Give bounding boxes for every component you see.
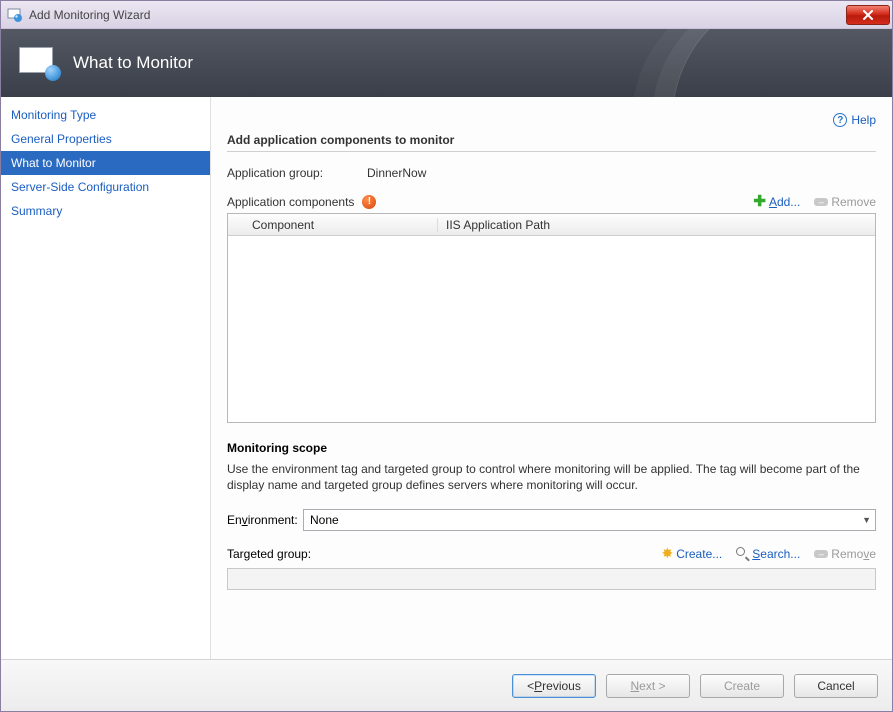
create-group-button[interactable]: ✸ Create... — [661, 545, 722, 562]
create-label: Create... — [676, 547, 722, 561]
grid-col-component[interactable]: Component — [228, 218, 438, 232]
titlebar: Add Monitoring Wizard — [1, 1, 892, 29]
sidebar-item-label: Server-Side Configuration — [11, 180, 149, 194]
close-icon — [862, 10, 874, 20]
remove-label: Remove — [831, 195, 876, 209]
body: Monitoring Type General Properties What … — [1, 97, 892, 659]
minus-icon: – — [814, 550, 828, 558]
help-icon: ? — [833, 113, 847, 127]
sidebar-item-general-properties[interactable]: General Properties — [1, 127, 210, 151]
targeted-group-row: Targeted group: ✸ Create... Search... – … — [227, 545, 876, 562]
application-components-label: Application components — [227, 195, 354, 209]
application-group-row: Application group: DinnerNow — [227, 166, 876, 180]
help-link[interactable]: ? Help — [833, 113, 876, 127]
banner-icon — [19, 47, 59, 79]
components-grid[interactable]: Component IIS Application Path — [227, 213, 876, 423]
help-label: Help — [851, 113, 876, 127]
sidebar-item-label: Monitoring Type — [11, 108, 96, 122]
window-title: Add Monitoring Wizard — [29, 8, 846, 22]
create-button: Create — [700, 674, 784, 698]
search-group-button[interactable]: Search... — [736, 547, 800, 561]
grid-col-iis-path[interactable]: IIS Application Path — [438, 218, 875, 232]
section-title: Add application components to monitor — [227, 133, 876, 152]
sidebar-item-server-side-configuration[interactable]: Server-Side Configuration — [1, 175, 210, 199]
add-label-rest: dd... — [777, 195, 800, 209]
application-components-row: Application components ! ✚ Add... – Remo… — [227, 194, 876, 209]
plus-icon: ✚ — [753, 194, 766, 209]
sidebar-item-label: What to Monitor — [11, 156, 96, 170]
monitoring-scope-title: Monitoring scope — [227, 441, 876, 455]
add-component-button[interactable]: ✚ Add... — [753, 194, 800, 209]
sidebar-item-label: Summary — [11, 204, 62, 218]
environment-row: Environment: None ▼ — [227, 509, 876, 531]
previous-button[interactable]: < Previous — [512, 674, 596, 698]
main-panel: ? Help Add application components to mon… — [211, 97, 892, 659]
environment-label: Environment: — [227, 513, 303, 527]
sidebar-item-summary[interactable]: Summary — [1, 199, 210, 223]
minus-icon: – — [814, 198, 828, 206]
targeted-group-input[interactable] — [227, 568, 876, 590]
banner-decoration — [672, 29, 892, 97]
add-label-u: A — [769, 195, 777, 209]
search-icon — [736, 547, 749, 560]
remove-group-button: – Remove — [814, 547, 876, 561]
close-button[interactable] — [846, 5, 890, 25]
help-row: ? Help — [227, 107, 876, 133]
remove-component-button: – Remove — [814, 195, 876, 209]
wizard-window: Add Monitoring Wizard What to Monitor Mo… — [0, 0, 893, 712]
environment-value: None — [310, 513, 339, 527]
banner-title: What to Monitor — [73, 53, 193, 73]
footer: < Previous Next > Create Cancel — [1, 659, 892, 711]
cancel-button[interactable]: Cancel — [794, 674, 878, 698]
components-actions: ✚ Add... – Remove — [753, 194, 876, 209]
grid-body — [228, 236, 875, 422]
targeted-group-actions: ✸ Create... Search... – Remove — [661, 545, 876, 562]
next-button: Next > — [606, 674, 690, 698]
banner: What to Monitor — [1, 29, 892, 97]
sidebar-item-what-to-monitor[interactable]: What to Monitor — [1, 151, 210, 175]
environment-select[interactable]: None ▼ — [303, 509, 876, 531]
monitoring-scope-desc: Use the environment tag and targeted gro… — [227, 461, 876, 493]
application-group-label: Application group: — [227, 166, 367, 180]
sidebar: Monitoring Type General Properties What … — [1, 97, 211, 659]
sidebar-item-label: General Properties — [11, 132, 112, 146]
app-icon — [7, 7, 23, 23]
error-icon: ! — [362, 195, 376, 209]
application-group-value: DinnerNow — [367, 166, 426, 180]
grid-header: Component IIS Application Path — [228, 214, 875, 236]
targeted-group-label: Targeted group: — [227, 547, 311, 561]
star-icon: ✸ — [661, 545, 673, 562]
chevron-down-icon: ▼ — [862, 515, 871, 525]
sidebar-item-monitoring-type[interactable]: Monitoring Type — [1, 103, 210, 127]
